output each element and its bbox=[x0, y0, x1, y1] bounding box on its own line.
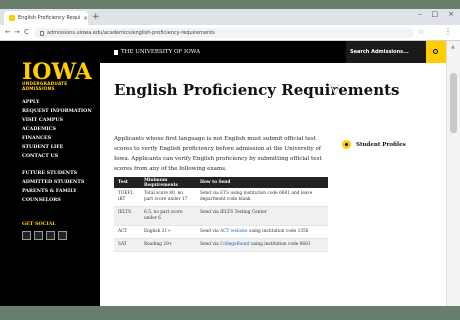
send-text: using institution code 1356 bbox=[247, 229, 309, 234]
scroll-thumb[interactable] bbox=[450, 73, 457, 133]
facebook-icon[interactable] bbox=[22, 231, 31, 240]
left-sidebar: IOWA UNDERGRADUATE ADMISSIONS APPLY REQU… bbox=[0, 41, 100, 306]
test-cell: TOEFL iBT bbox=[114, 188, 140, 207]
title-overflow-text: V bbox=[330, 83, 341, 99]
lock-icon bbox=[40, 30, 44, 36]
get-social-label: GET SOCIAL bbox=[22, 221, 56, 227]
table-row: TOEFL iBT Total score 80, no part score … bbox=[114, 188, 328, 207]
nav-item-visit-campus[interactable]: VISIT CAMPUS bbox=[22, 116, 92, 125]
minimum-cell: Total score 80, no part score under 17 bbox=[140, 188, 196, 207]
scroll-up-icon[interactable]: ▲ bbox=[451, 44, 455, 50]
student-profiles-link[interactable]: Student Profiles bbox=[342, 140, 406, 149]
table-header-row: Test Minimum Requirements How to Send bbox=[114, 177, 328, 188]
browser-menu-icon[interactable]: ⋮ bbox=[444, 27, 452, 36]
send-text: Send via bbox=[200, 191, 221, 196]
browser-toolbar: ← → C admissions.uiowa.edu/academics/eng… bbox=[0, 25, 460, 41]
minimum-cell: Reading 29+ bbox=[140, 238, 196, 252]
nav-item-parents-family[interactable]: PARENTS & FAMILY bbox=[22, 187, 84, 196]
url-text[interactable]: admissions.uiowa.edu/academics/english-p… bbox=[47, 30, 215, 36]
minimize-button[interactable]: – bbox=[418, 10, 422, 18]
reload-icon[interactable]: C bbox=[24, 28, 29, 36]
nav-item-contact-us[interactable]: CONTACT US bbox=[22, 152, 92, 161]
primary-nav: APPLY REQUEST INFORMATION VISIT CAMPUS A… bbox=[22, 98, 92, 161]
new-tab-button[interactable]: + bbox=[92, 12, 100, 22]
profiles-icon bbox=[342, 140, 351, 149]
send-cell: Send via IELTS Testing Center bbox=[196, 206, 328, 226]
browser-window: English Proficiency Requireme × + – □ × … bbox=[0, 9, 460, 306]
minimum-cell: English 21+ bbox=[140, 225, 196, 239]
maximize-button[interactable]: □ bbox=[432, 10, 439, 18]
table-row: SAT Reading 29+ Send via CollegeBoard us… bbox=[114, 238, 328, 252]
send-cell: Send via ACT website using institution c… bbox=[196, 225, 328, 239]
send-text: Send via IELTS Testing Center bbox=[200, 210, 267, 215]
search-placeholder: Search Admissions... bbox=[350, 49, 409, 55]
column-header: Minimum Requirements bbox=[140, 177, 196, 188]
close-window-button[interactable]: × bbox=[448, 10, 454, 18]
audience-nav: FUTURE STUDENTS ADMITTED STUDENTS PARENT… bbox=[22, 169, 84, 205]
table-row: ACT English 21+ Send via ACT website usi… bbox=[114, 225, 328, 239]
forward-arrow-icon[interactable]: → bbox=[14, 28, 20, 36]
social-links bbox=[22, 231, 67, 240]
nav-item-request-information[interactable]: REQUEST INFORMATION bbox=[22, 107, 92, 116]
logo-subtitle: UNDERGRADUATE ADMISSIONS bbox=[22, 82, 68, 92]
requirements-table: Test Minimum Requirements How to Send TO… bbox=[114, 177, 328, 252]
intro-paragraph: Applicants whose first language is not E… bbox=[114, 136, 322, 172]
nav-item-future-students[interactable]: FUTURE STUDENTS bbox=[22, 169, 84, 178]
search-input[interactable]: Search Admissions... bbox=[346, 41, 426, 63]
university-mark-icon bbox=[114, 49, 118, 55]
profiles-label: Student Profiles bbox=[356, 141, 406, 148]
back-arrow-icon[interactable]: ← bbox=[5, 28, 11, 36]
send-text: using institution code 6681 bbox=[249, 242, 311, 247]
collegeboard-link[interactable]: CollegeBoard bbox=[220, 242, 250, 247]
send-cell: Send via ETS using institution code 6681… bbox=[196, 188, 328, 207]
nav-item-admitted-students[interactable]: ADMITTED STUDENTS bbox=[22, 178, 84, 187]
nav-item-apply[interactable]: APPLY bbox=[22, 98, 92, 107]
youtube-icon[interactable] bbox=[46, 231, 55, 240]
column-header: Test bbox=[114, 177, 140, 188]
search-button[interactable] bbox=[426, 41, 446, 63]
test-cell: IELTS bbox=[114, 206, 140, 226]
twitter-icon[interactable] bbox=[34, 231, 43, 240]
nav-item-counselors[interactable]: COUNSELORS bbox=[22, 196, 84, 205]
table-row: IELTS 6.5, no part score under 6 Send vi… bbox=[114, 206, 328, 226]
instagram-icon[interactable] bbox=[58, 231, 67, 240]
tab-title: English Proficiency Requireme bbox=[18, 15, 80, 21]
send-text: Send via bbox=[200, 242, 221, 247]
send-cell: Send via CollegeBoard using institution … bbox=[196, 238, 328, 252]
test-cell: ACT bbox=[114, 225, 140, 239]
send-text: Send via bbox=[200, 229, 221, 234]
test-cell: SAT bbox=[114, 238, 140, 252]
search-icon bbox=[433, 49, 438, 54]
web-page: IOWA UNDERGRADUATE ADMISSIONS APPLY REQU… bbox=[0, 41, 460, 306]
university-brand[interactable]: THE UNIVERSITY OF IOWA bbox=[114, 49, 200, 55]
minimum-cell: 6.5, no part score under 6 bbox=[140, 206, 196, 226]
column-header: How to Send bbox=[196, 177, 328, 188]
nav-item-academics[interactable]: ACADEMICS bbox=[22, 125, 92, 134]
act-website-link[interactable]: ACT website bbox=[220, 229, 247, 234]
nav-item-student-life[interactable]: STUDENT LIFE bbox=[22, 143, 92, 152]
nav-item-finances[interactable]: FINANCES bbox=[22, 134, 92, 143]
site-header: THE UNIVERSITY OF IOWA Search Admissions… bbox=[100, 41, 460, 63]
window-controls: – □ × bbox=[418, 10, 454, 18]
tab-close-icon[interactable]: × bbox=[83, 15, 88, 22]
page-title: English Proficiency Requirements bbox=[114, 81, 400, 99]
ets-link[interactable]: ETS bbox=[220, 191, 229, 196]
browser-tab[interactable]: English Proficiency Requireme × bbox=[4, 11, 88, 25]
tab-strip: English Proficiency Requireme × + – □ × bbox=[0, 9, 460, 25]
favicon-icon bbox=[9, 15, 15, 21]
address-bar[interactable]: admissions.uiowa.edu/academics/english-p… bbox=[34, 28, 414, 38]
university-name: THE UNIVERSITY OF IOWA bbox=[121, 49, 201, 55]
bookmark-star-icon[interactable]: ☆ bbox=[418, 28, 424, 36]
page-scrollbar[interactable]: ▲ bbox=[446, 41, 460, 306]
